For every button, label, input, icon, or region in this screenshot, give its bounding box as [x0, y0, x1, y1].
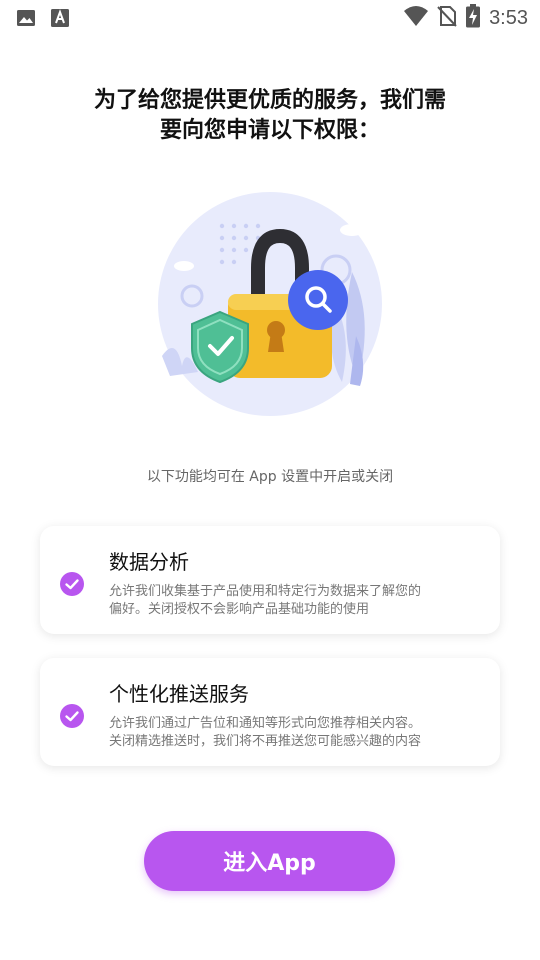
permission-description-line-2: 偏好。关闭授权不会影响产品基础功能的使用 [109, 602, 370, 617]
check-icon[interactable] [60, 572, 84, 596]
wifi-icon [403, 5, 429, 31]
battery-charging-icon [465, 4, 481, 32]
no-sim-icon [437, 5, 457, 31]
permission-card-personalized-push[interactable]: 个性化推送服务 允许我们通过广告位和通知等形式向您推荐相关内容。 关闭精选推送时… [40, 658, 500, 766]
title-line-2: 要向您申请以下权限： [159, 118, 380, 143]
permission-card-data-analysis[interactable]: 数据分析 允许我们收集基于产品使用和特定行为数据来了解您的 偏好。关闭授权不会影… [40, 526, 500, 634]
enter-app-button[interactable]: 进入App [144, 831, 395, 891]
title-line-1: 为了给您提供更优质的服务，我们需 [93, 88, 446, 113]
permission-title: 数据分析 [109, 550, 189, 574]
permission-description: 允许我们收集基于产品使用和特定行为数据来了解您的 偏好。关闭授权不会影响产品基础… [109, 583, 481, 619]
padlock-shield-search-illustration [152, 186, 388, 426]
permission-title: 个性化推送服务 [109, 682, 249, 706]
settings-hint: 以下功能均可在 App 设置中开启或关闭 [146, 469, 394, 485]
permission-description: 允许我们通过广告位和通知等形式向您推荐相关内容。 关闭精选推送时，我们将不再推送… [109, 715, 481, 751]
image-icon [16, 8, 36, 32]
status-bar: 3:53 [0, 0, 540, 36]
permission-description-line-1: 允许我们收集基于产品使用和特定行为数据来了解您的 [109, 584, 422, 599]
check-icon[interactable] [60, 704, 84, 728]
permission-description-line-1: 允许我们通过广告位和通知等形式向您推荐相关内容。 [109, 716, 422, 731]
page-title: 为了给您提供更优质的服务，我们需 要向您申请以下权限： [60, 86, 480, 146]
status-time: 3:53 [489, 6, 528, 29]
permission-description-line-2: 关闭精选推送时，我们将不再推送您可能感兴趣的内容 [109, 734, 422, 749]
font-a-icon [50, 8, 70, 32]
